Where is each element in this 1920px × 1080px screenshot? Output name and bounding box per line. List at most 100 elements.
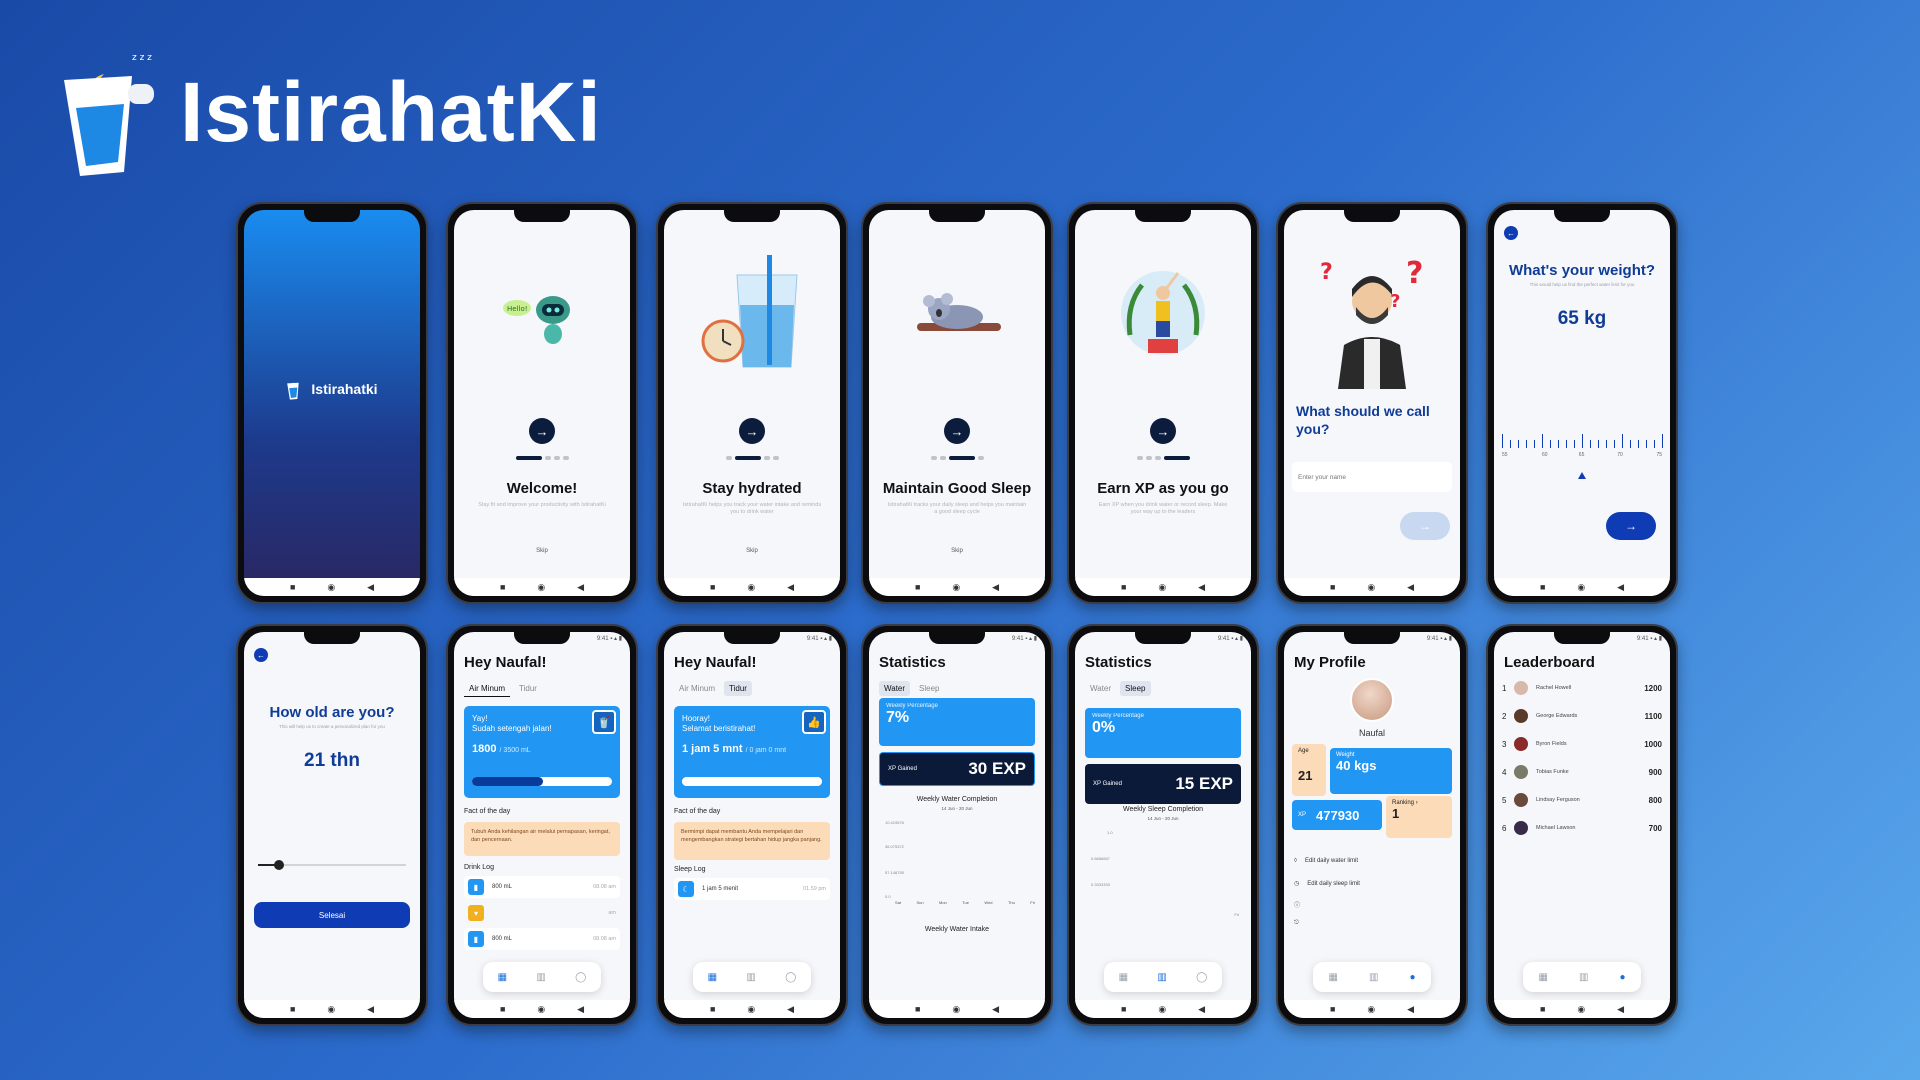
nav-back-icon[interactable]: ◀ [992,582,999,592]
tab-water[interactable]: Water [1085,681,1116,696]
nav-back-icon[interactable]: ◀ [1617,1004,1624,1014]
leaderboard-row[interactable]: 5 Lindsay Ferguson 800 [1502,788,1662,812]
profile-person-icon[interactable]: ● [1619,972,1625,983]
tab-air-minum[interactable]: Air Minum [674,681,720,696]
y-tick-label: 0.6666667 [1091,856,1110,861]
name-input[interactable] [1292,462,1452,492]
leaderboard-row[interactable]: 6 Michael Lawson 700 [1502,816,1662,840]
profile-person-icon[interactable]: ● [1409,972,1415,983]
weight-ruler-slider[interactable]: 55 60 65 70 75 [1502,428,1663,458]
nav-home-icon[interactable]: ◉ [1158,582,1166,592]
stats-chart-icon[interactable]: ▥ [1157,972,1166,983]
nav-back-icon[interactable]: ◀ [1617,582,1624,592]
nav-square-icon[interactable]: ■ [290,1004,295,1014]
home-grid-icon[interactable]: ▦ [1539,972,1548,983]
menu-edit-sleep[interactable]: ◷ Edit daily sleep limit [1294,880,1450,888]
nav-home-icon[interactable]: ◉ [952,582,960,592]
nav-square-icon[interactable]: ■ [1121,1004,1126,1014]
tab-sleep[interactable]: Sleep [914,681,944,696]
log-item[interactable]: ▮ 800 mL 08.08 am [464,928,620,950]
nav-back-icon[interactable]: ◀ [787,582,794,592]
ranking-box[interactable]: Ranking › 1 [1386,796,1452,838]
nav-square-icon[interactable]: ■ [500,582,505,592]
nav-back-icon[interactable]: ◀ [577,582,584,592]
nav-home-icon[interactable]: ◉ [537,1004,545,1014]
nav-back-icon[interactable]: ◀ [577,1004,584,1014]
tab-air-minum[interactable]: Air Minum [464,681,511,697]
leaderboard-row[interactable]: 3 Byron Fields 1000 [1502,732,1662,756]
skip-link[interactable]: Skip [869,548,1045,554]
nav-square-icon[interactable]: ■ [915,582,920,592]
nav-home-icon[interactable]: ◉ [327,582,335,592]
next-arrow-button[interactable]: → [739,418,765,444]
leaderboard-row[interactable]: 1 Rachel Howell 1200 [1502,676,1662,700]
next-arrow-button-disabled[interactable]: → [1400,512,1450,540]
nav-square-icon[interactable]: ■ [1540,582,1545,592]
next-arrow-button[interactable]: → [944,418,970,444]
nav-back-icon[interactable]: ◀ [1198,582,1205,592]
stats-chart-icon[interactable]: ▥ [536,972,545,983]
home-grid-icon[interactable]: ▦ [498,972,507,983]
menu-info[interactable]: ⓘ [1294,900,1450,909]
nav-back-icon[interactable]: ◀ [1407,582,1414,592]
log-item[interactable]: ▾ am [464,902,620,924]
log-item[interactable]: ▮ 800 mL 08.08 am [464,876,620,898]
next-arrow-button[interactable]: → [529,418,555,444]
nav-home-icon[interactable]: ◉ [747,582,755,592]
nav-square-icon[interactable]: ■ [1330,1004,1335,1014]
nav-back-icon[interactable]: ◀ [1407,1004,1414,1014]
profile-person-icon[interactable]: ◯ [575,972,586,983]
next-arrow-button[interactable]: → [1150,418,1176,444]
stats-chart-icon[interactable]: ▥ [746,972,755,983]
nav-home-icon[interactable]: ◉ [1367,1004,1375,1014]
tab-sleep[interactable]: Sleep [1120,681,1151,696]
age-slider[interactable] [258,860,406,870]
xp-gained-card: XP Gained 30 EXP [879,752,1035,786]
nav-home-icon[interactable]: ◉ [327,1004,335,1014]
skip-link[interactable]: Skip [454,548,630,554]
nav-back-icon[interactable]: ◀ [787,1004,794,1014]
leaderboard-row[interactable]: 4 Tobias Funke 900 [1502,760,1662,784]
back-arrow-button[interactable]: ← [254,648,268,662]
skip-link[interactable]: Skip [664,548,840,554]
log-item[interactable]: ☾ 1 jam 5 menit 01.59 pm [674,878,830,900]
nav-back-icon[interactable]: ◀ [1198,1004,1205,1014]
next-arrow-button[interactable]: → [1606,512,1656,540]
menu-edit-water[interactable]: ◊ Edit daily water limit [1294,858,1450,864]
finish-button[interactable]: Selesai [254,902,410,928]
nav-home-icon[interactable]: ◉ [1158,1004,1166,1014]
home-grid-icon[interactable]: ▦ [708,972,717,983]
stats-chart-icon[interactable]: ▥ [1369,972,1378,983]
nav-square-icon[interactable]: ■ [915,1004,920,1014]
profile-person-icon[interactable]: ◯ [785,972,796,983]
nav-home-icon[interactable]: ◉ [747,1004,755,1014]
profile-person-icon[interactable]: ◯ [1196,972,1207,983]
stats-chart-icon[interactable]: ▥ [1579,972,1588,983]
nav-home-icon[interactable]: ◉ [1367,582,1375,592]
nav-home-icon[interactable]: ◉ [952,1004,960,1014]
nav-back-icon[interactable]: ◀ [367,1004,374,1014]
nav-back-icon[interactable]: ◀ [992,1004,999,1014]
age-slider-knob[interactable] [274,860,284,870]
nav-home-icon[interactable]: ◉ [1577,1004,1585,1014]
menu-logout[interactable]: ⎋ [1294,920,1450,927]
tab-tidur[interactable]: Tidur [514,681,542,697]
leaderboard-row[interactable]: 2 George Edwards 1100 [1502,704,1662,728]
home-grid-icon[interactable]: ▦ [1329,972,1338,983]
nav-square-icon[interactable]: ■ [1330,582,1335,592]
nav-square-icon[interactable]: ■ [500,1004,505,1014]
nav-square-icon[interactable]: ■ [1540,1004,1545,1014]
tab-tidur[interactable]: Tidur [724,681,752,696]
nav-square-icon[interactable]: ■ [710,582,715,592]
nav-square-icon[interactable]: ■ [290,582,295,592]
nav-square-icon[interactable]: ■ [710,1004,715,1014]
nav-home-icon[interactable]: ◉ [1577,582,1585,592]
chart-title: Weekly Sleep Completion [1122,806,1204,813]
nav-home-icon[interactable]: ◉ [537,582,545,592]
home-grid-icon[interactable]: ▦ [1119,972,1128,983]
nav-square-icon[interactable]: ■ [1121,582,1126,592]
nav-back-icon[interactable]: ◀ [367,582,374,592]
back-arrow-button[interactable]: ← [1504,226,1518,240]
avatar [1514,709,1528,723]
tab-water[interactable]: Water [879,681,911,696]
